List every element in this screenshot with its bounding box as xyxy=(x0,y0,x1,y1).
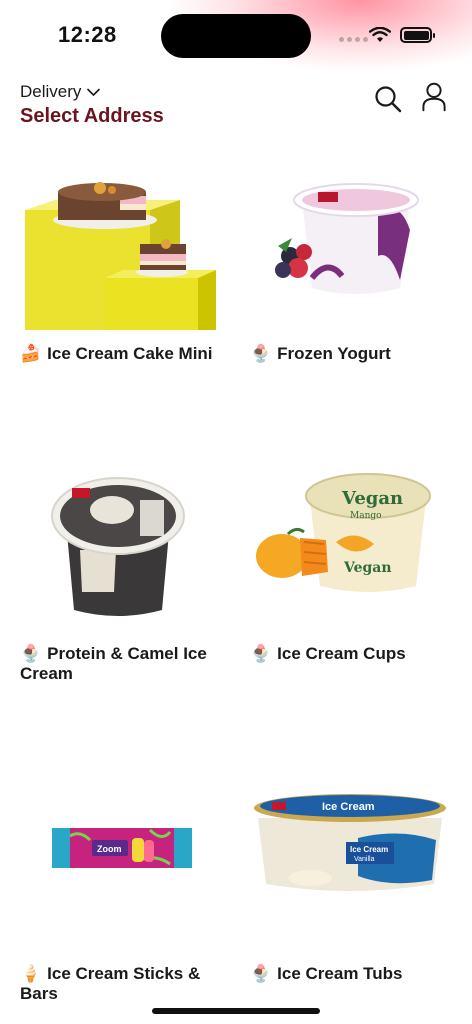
ice-cream-cup-emoji-icon: 🍨 xyxy=(250,644,272,664)
tub-title-text: Ice Cream xyxy=(350,845,388,854)
account-icon[interactable] xyxy=(419,82,449,112)
ice-cream-cup-emoji-icon: 🍨 xyxy=(250,344,272,364)
category-label: 🍨 Frozen Yogurt xyxy=(250,344,391,364)
select-address-link[interactable]: Select Address xyxy=(20,105,164,128)
category-card[interactable]: Ice Cream Vanilla Ice Cream 🍨 Ice Cream T… xyxy=(250,780,460,990)
vegan-brand-text: Vegan xyxy=(343,560,392,576)
category-label: 🍨 Protein & Camel Ice Cream xyxy=(20,644,207,683)
dynamic-island xyxy=(161,14,311,58)
tub-title-text: Ice Cream xyxy=(322,801,375,813)
category-card[interactable]: 🍨 Frozen Yogurt xyxy=(250,160,460,370)
ice-cream-cup-emoji-icon: 🍨 xyxy=(250,964,272,984)
ice-cream-cake-image xyxy=(25,182,216,330)
vegan-mango-cup-image: Vegan Mango Vegan xyxy=(256,473,431,592)
ice-cream-cone-emoji-icon: 🍦 xyxy=(20,964,42,984)
category-card[interactable]: Zoom 🍦 Ice Cream Sticks & Bars xyxy=(20,780,230,1010)
category-card[interactable]: Vegan Mango Vegan 🍨 Ice Cream Cups xyxy=(250,460,460,670)
cellular-signal-icon xyxy=(339,37,368,42)
status-bar: 12:28 xyxy=(0,0,472,72)
category-label: 🍰 Ice Cream Cake Mini xyxy=(20,344,213,364)
home-indicator xyxy=(152,1008,320,1014)
search-icon[interactable] xyxy=(373,84,403,114)
ice-cream-bar-image: Zoom xyxy=(52,828,192,868)
category-card[interactable]: 🍨 Protein & Camel Ice Cream xyxy=(20,460,230,690)
battery-icon xyxy=(400,27,435,43)
vegan-brand-text: Vegan xyxy=(341,488,403,509)
category-label: 🍨 Ice Cream Tubs xyxy=(250,964,403,984)
status-time: 12:28 xyxy=(58,22,117,47)
vegan-flavor-text: Mango xyxy=(350,511,382,521)
frozen-yogurt-image xyxy=(275,183,419,294)
cake-emoji-icon: 🍰 xyxy=(20,344,42,364)
protein-ice-cream-image xyxy=(51,477,185,616)
delivery-label: Delivery xyxy=(20,82,82,101)
category-label: 🍦 Ice Cream Sticks & Bars xyxy=(20,964,201,1003)
tub-flavor-text: Vanilla xyxy=(354,856,375,863)
wifi-icon xyxy=(369,27,391,42)
ice-cream-cup-emoji-icon: 🍨 xyxy=(20,644,42,664)
category-label: 🍨 Ice Cream Cups xyxy=(250,644,406,664)
chevron-down-icon xyxy=(87,88,101,96)
delivery-mode-selector[interactable]: Delivery xyxy=(20,82,101,102)
zoom-brand-text: Zoom xyxy=(97,844,122,854)
category-card[interactable]: 🍰 Ice Cream Cake Mini xyxy=(20,160,230,370)
ice-cream-tub-image: Ice Cream Vanilla Ice Cream xyxy=(254,794,446,891)
